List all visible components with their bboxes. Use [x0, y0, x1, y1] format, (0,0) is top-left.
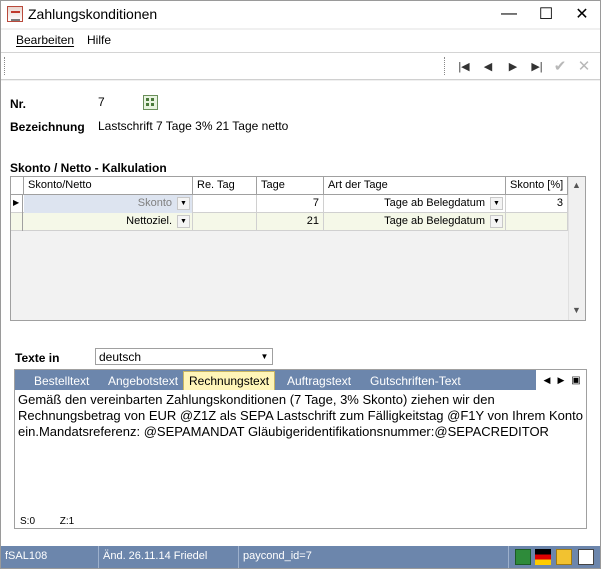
tab-close-icon[interactable]: ▣: [569, 372, 583, 388]
section-title: Skonto / Netto - Kalkulation: [10, 161, 167, 175]
cancel-button[interactable]: ✕: [573, 56, 595, 76]
tab-angebotstext[interactable]: Angebotstext: [103, 372, 183, 390]
grid-scrollbar[interactable]: ▲ ▼: [568, 177, 585, 320]
app-window: Zahlungskonditionen — ☐ ✕ Bearbeiten Hil…: [0, 0, 601, 569]
prev-icon: ◀: [483, 60, 493, 73]
language-value: deutsch: [99, 350, 142, 364]
maximize-button[interactable]: ☐: [528, 1, 564, 27]
bezeichnung-label: Bezeichnung: [10, 120, 85, 134]
toolbar-grip[interactable]: [4, 57, 7, 75]
next-record-button[interactable]: ▶: [502, 56, 524, 76]
row-indicator-icon: [11, 213, 23, 231]
chevron-down-icon[interactable]: ▼: [258, 350, 271, 363]
minimize-button[interactable]: —: [491, 1, 527, 27]
check-icon: ✔: [553, 58, 567, 75]
tab-strip: Bestelltext Angebotstext Rechnungstext A…: [15, 370, 586, 390]
next-icon: ▶: [508, 60, 518, 73]
excel-icon[interactable]: [515, 549, 531, 565]
app-icon: [7, 6, 23, 22]
tab-next-icon[interactable]: ▶: [554, 372, 568, 388]
language-select[interactable]: deutsch ▼: [95, 348, 273, 365]
menu-hilfe-label: Hilfe: [87, 33, 112, 47]
cell-art-der-tage[interactable]: Tage ab Belegdatum: [324, 195, 506, 213]
grid-corner: [11, 177, 24, 195]
cell-skonto-pct[interactable]: 3: [506, 195, 568, 213]
last-icon: ▶|: [531, 60, 543, 73]
prev-record-button[interactable]: ◀: [477, 56, 499, 76]
tab-bestelltext[interactable]: Bestelltext: [29, 372, 94, 390]
editor-status-s: S:0: [20, 516, 36, 527]
window-title: Zahlungskonditionen: [28, 6, 158, 22]
cell-art-der-tage[interactable]: Tage ab Belegdatum: [324, 213, 506, 231]
cell-re-tag[interactable]: [193, 213, 257, 231]
status-changed: Änd. 26.11.14 Friedel: [99, 546, 239, 568]
col-re-tag[interactable]: Re. Tag: [193, 177, 257, 195]
nr-field[interactable]: 7: [95, 93, 141, 111]
last-record-button[interactable]: ▶|: [526, 56, 548, 76]
status-bar: fSAL108 Änd. 26.11.14 Friedel paycond_id…: [1, 546, 600, 568]
close-button[interactable]: ✕: [564, 1, 600, 27]
toolbar: |◀ ◀ ▶ ▶| ✔ ✕: [1, 53, 600, 80]
menu-hilfe[interactable]: Hilfe: [87, 33, 111, 47]
maximize-icon: ☐: [538, 6, 554, 23]
kalkulation-grid: Skonto/Netto Re. Tag Tage Art der Tage S…: [10, 176, 586, 321]
german-flag-icon[interactable]: [535, 549, 551, 565]
tab-prev-icon[interactable]: ◀: [540, 372, 554, 388]
cell-tage[interactable]: 7: [257, 195, 324, 213]
status-record: paycond_id=7: [239, 546, 509, 568]
form-content: Nr. 7 Bezeichnung Lastschrift 7 Tage 3% …: [1, 81, 600, 546]
nr-label: Nr.: [10, 97, 27, 111]
chevron-down-icon[interactable]: ▼: [490, 215, 503, 228]
menu-bar: Bearbeiten Hilfe: [1, 30, 600, 52]
col-skonto-netto[interactable]: Skonto/Netto: [24, 177, 193, 195]
table-row[interactable]: Nettoziel. ▼ 21 Tage ab Belegdatum ▼: [11, 213, 568, 231]
menu-bearbeiten-label: Bearbeiten: [16, 33, 75, 47]
confirm-button[interactable]: ✔: [549, 56, 571, 76]
editor-status: S:0 Z:1: [20, 516, 74, 527]
editor-status-z: Z:1: [59, 516, 75, 527]
lock-icon[interactable]: [556, 549, 572, 565]
chevron-down-icon[interactable]: ▼: [177, 197, 190, 210]
cell-skonto-netto[interactable]: Nettoziel.: [24, 213, 193, 231]
minimize-icon: —: [501, 5, 517, 22]
tab-rechnungstext[interactable]: Rechnungstext: [183, 371, 276, 390]
tab-auftragstext[interactable]: Auftragstext: [282, 372, 356, 390]
grid-header: Skonto/Netto Re. Tag Tage Art der Tage S…: [11, 177, 568, 195]
col-skonto-pct[interactable]: Skonto [%]: [506, 177, 568, 195]
cell-skonto-netto[interactable]: Skonto: [24, 195, 193, 213]
tab-gutschriften-text[interactable]: Gutschriften-Text: [365, 372, 466, 390]
calculator-icon[interactable]: [143, 95, 158, 110]
table-row[interactable]: ▶ Skonto ▼ 7 Tage ab Belegdatum ▼ 3: [11, 195, 568, 213]
rechnungstext-editor[interactable]: Gemäß den vereinbarten Zahlungskondition…: [18, 392, 583, 502]
text-tab-panel: Bestelltext Angebotstext Rechnungstext A…: [14, 369, 587, 529]
toolbar-grip-nav[interactable]: [444, 57, 447, 75]
col-tage[interactable]: Tage: [257, 177, 324, 195]
title-bar: Zahlungskonditionen — ☐ ✕: [1, 1, 600, 28]
col-art-der-tage[interactable]: Art der Tage: [324, 177, 506, 195]
row-indicator-icon: ▶: [11, 195, 23, 213]
first-record-button[interactable]: |◀: [453, 56, 475, 76]
cell-skonto-pct[interactable]: [506, 213, 568, 231]
close-icon: ✕: [575, 6, 589, 23]
scroll-down-icon[interactable]: ▼: [572, 305, 581, 315]
status-form-id: fSAL108: [1, 546, 99, 568]
texte-in-label: Texte in: [15, 351, 60, 365]
cancel-icon: ✕: [577, 58, 591, 75]
cell-tage[interactable]: 21: [257, 213, 324, 231]
scroll-up-icon[interactable]: ▲: [572, 180, 581, 190]
print-icon[interactable]: [578, 549, 594, 565]
chevron-down-icon[interactable]: ▼: [490, 197, 503, 210]
bezeichnung-field[interactable]: Lastschrift 7 Tage 3% 21 Tage netto: [95, 117, 361, 135]
menu-bearbeiten[interactable]: Bearbeiten: [16, 33, 74, 47]
first-icon: |◀: [458, 60, 470, 73]
chevron-down-icon[interactable]: ▼: [177, 215, 190, 228]
cell-re-tag[interactable]: [193, 195, 257, 213]
